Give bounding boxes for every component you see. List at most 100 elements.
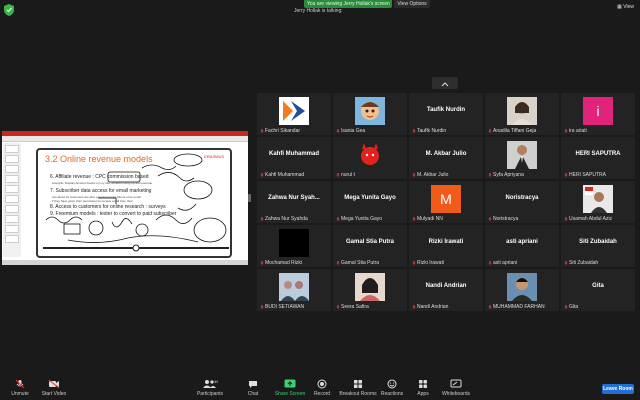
- slide-thumbnail: [5, 165, 19, 173]
- mic-muted-icon: [336, 128, 340, 133]
- participant-tile[interactable]: Gamal Stia Putra Gamal Stia Putra: [333, 225, 407, 267]
- mic-muted-icon: [336, 304, 340, 309]
- avatar-photo: [507, 273, 537, 301]
- participant-name: Fachri Sikandar: [260, 128, 300, 134]
- participant-tile[interactable]: Taufik Nurdin Taufik Nurdin: [409, 93, 483, 135]
- participant-tile[interactable]: Mega Yunita Gayo Mega Yunita Gayo: [333, 181, 407, 223]
- avatar-devil: [355, 141, 385, 169]
- participant-tile[interactable]: Usamah Abdul Aziz: [561, 181, 635, 223]
- participant-name: Gamal Stia Putra: [336, 260, 379, 266]
- record-button[interactable]: Record: [302, 379, 342, 397]
- slide-thumbnail: [5, 215, 19, 223]
- participant-tile[interactable]: Fachri Sikandar: [257, 93, 331, 135]
- chevron-up-icon: [441, 82, 449, 87]
- participant-tile[interactable]: Seera Safira: [333, 269, 407, 311]
- participant-name: Mochamad Rizki: [260, 260, 302, 266]
- mic-muted-icon: [488, 260, 492, 265]
- participant-tile[interactable]: Noristracya Noristracya: [485, 181, 559, 223]
- avatar-photo: [279, 273, 309, 301]
- participant-name-text: ira ariati: [569, 128, 587, 134]
- avatar: i: [583, 97, 613, 125]
- participant-tile[interactable]: Zahwa Nur Syah... Zahwa Nur Syahda: [257, 181, 331, 223]
- participant-tile[interactable]: BUDI SETIAWAN: [257, 269, 331, 311]
- view-options-button[interactable]: View Options: [394, 0, 430, 8]
- avatar-photo: [583, 185, 613, 213]
- participant-tile[interactable]: Nandi Andrian Nandi Andrian: [409, 269, 483, 311]
- mic-muted-icon: [260, 128, 264, 133]
- participant-tile[interactable]: Gita Gita: [561, 269, 635, 311]
- mic-muted-icon: [260, 260, 264, 265]
- share-screen-icon: [284, 379, 296, 388]
- shield-icon[interactable]: [4, 4, 14, 16]
- participant-tile[interactable]: MUHAMMAD FARHAN: [485, 269, 559, 311]
- whiteboard-icon: [450, 379, 462, 388]
- avatar-cartoon: [355, 97, 385, 125]
- slide-thumbnail: [5, 205, 19, 213]
- avatar-photo: [279, 229, 309, 257]
- chat-button[interactable]: Chat: [233, 379, 273, 397]
- mic-muted-icon: [336, 216, 340, 221]
- participant-name: MUHAMMAD FARHAN: [488, 304, 545, 310]
- participant-tile[interactable]: Rizki Irawati Rizki Irawati: [409, 225, 483, 267]
- participant-tile[interactable]: i ira ariati: [561, 93, 635, 135]
- participant-name-text: Kahfi Muhammad: [265, 172, 305, 178]
- grid-icon: ▦: [617, 4, 622, 10]
- participant-tile[interactable]: nurul t: [333, 137, 407, 179]
- shared-status-bar: [2, 260, 248, 265]
- slide-canvas: 3.2 Online revenue models ERASMUS 6. Aff…: [36, 148, 232, 258]
- participant-name: Isania Gea: [336, 128, 365, 134]
- avatar: [355, 141, 385, 169]
- participant-tile[interactable]: Anadila Tiffani Geja: [485, 93, 559, 135]
- avatar: [279, 273, 309, 301]
- participant-tile[interactable]: HERI SAPUTRA HERI SAPUTRA: [561, 137, 635, 179]
- participant-name: Siti Zubaidah: [564, 260, 598, 266]
- shared-screen: 3.2 Online revenue models ERASMUS 6. Aff…: [2, 131, 248, 265]
- participant-display-name: Taufik Nurdin: [426, 107, 466, 113]
- start-video-button[interactable]: Start Video: [34, 379, 74, 397]
- participant-tile[interactable]: M Mulyadi NN: [409, 181, 483, 223]
- slide-thumbnail: [5, 235, 19, 243]
- avatar-photo: [507, 97, 537, 125]
- avatar: M: [431, 185, 461, 213]
- participant-tile[interactable]: Isania Gea: [333, 93, 407, 135]
- participant-name-text: HERI SAPUTRA: [569, 172, 606, 178]
- participant-display-name: M. Akbar Julio: [425, 151, 467, 157]
- participant-name: BUDI SETIAWAN: [260, 304, 304, 310]
- participant-display-name: Gamal Stia Putra: [345, 239, 395, 245]
- whiteboards-button[interactable]: Whiteboards: [436, 379, 476, 397]
- participants-button[interactable]: 49 Participants: [190, 379, 230, 397]
- participant-name: Kahfi Muhammad: [260, 172, 304, 178]
- participant-tile[interactable]: Kahfi Muhammad Kahfi Muhammad: [257, 137, 331, 179]
- participant-name-text: Mulyadi NN: [417, 216, 443, 222]
- mic-muted-icon: [488, 216, 492, 221]
- mic-muted-icon: [336, 172, 340, 177]
- participant-name-text: Syfa Apriyana: [493, 172, 524, 178]
- participant-name: Syfa Apriyana: [488, 172, 524, 178]
- mic-muted-icon: [488, 172, 492, 177]
- mic-muted-icon: [412, 260, 416, 265]
- view-button[interactable]: ▦ View: [617, 4, 634, 10]
- chat-icon: [249, 381, 257, 388]
- participant-tile[interactable]: Siti Zubaidah Siti Zubaidah: [561, 225, 635, 267]
- mic-muted-icon: [15, 379, 25, 389]
- apps-icon: [419, 380, 427, 388]
- participant-name: asti apriani: [488, 260, 517, 266]
- avatar: [355, 97, 385, 125]
- participant-tile[interactable]: Mochamad Rizki: [257, 225, 331, 267]
- participant-name-text: Mega Yunita Gayo: [341, 216, 383, 222]
- mic-muted-icon: [488, 128, 492, 133]
- slide-thumbnail: [5, 195, 19, 203]
- participant-name: ira ariati: [564, 128, 587, 134]
- leave-room-button[interactable]: Leave Room: [602, 384, 634, 394]
- avatar: [507, 141, 537, 169]
- avatar-logo: [279, 97, 309, 125]
- participant-name: Seera Safira: [336, 304, 369, 310]
- participant-tile[interactable]: asti apriani asti apriani: [485, 225, 559, 267]
- slide-thumbnail: [5, 225, 19, 233]
- split-handle[interactable]: [248, 194, 251, 202]
- gallery-collapse-button[interactable]: [432, 77, 458, 89]
- participant-tile[interactable]: Syfa Apriyana: [485, 137, 559, 179]
- participant-tile[interactable]: M. Akbar Julio M. Akbar Julio: [409, 137, 483, 179]
- participant-name: Noristracya: [488, 216, 518, 222]
- participant-name-text: Seera Safira: [341, 304, 369, 310]
